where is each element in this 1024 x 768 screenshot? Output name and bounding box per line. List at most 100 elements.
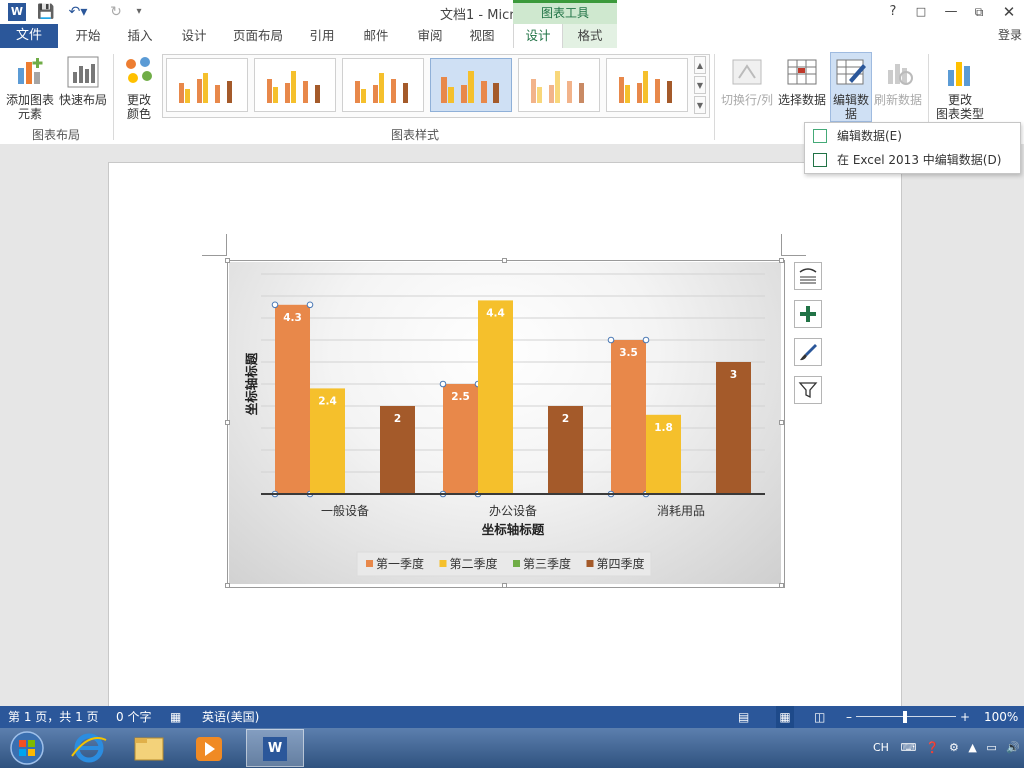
ribbon-display-options-icon[interactable]: □ bbox=[908, 3, 934, 21]
volume-icon[interactable]: 🔊 bbox=[1006, 741, 1020, 754]
switch-row-column-button[interactable]: 切换行/列 bbox=[720, 56, 774, 107]
tab-home[interactable]: 开始 bbox=[66, 24, 110, 48]
edit-in-excel-menu-label: 在 Excel 2013 中编辑数据(D) bbox=[837, 153, 1002, 167]
chart-style-4-selected[interactable] bbox=[430, 58, 512, 112]
close-icon[interactable]: ✕ bbox=[996, 3, 1022, 21]
chart-elements-button[interactable] bbox=[794, 300, 822, 328]
network-icon[interactable]: ▭ bbox=[986, 741, 996, 754]
chart-style-5[interactable] bbox=[518, 58, 600, 112]
tab-insert[interactable]: 插入 bbox=[118, 24, 162, 48]
quick-layout-icon bbox=[67, 56, 99, 88]
word-taskbar-button[interactable]: W bbox=[246, 729, 304, 767]
quick-layout-button[interactable]: 快速布局 bbox=[58, 56, 108, 107]
page-count-status[interactable]: 第 1 页，共 1 页 bbox=[8, 706, 99, 728]
add-chart-element-button[interactable]: 添加图表 元素 bbox=[4, 56, 56, 121]
internet-explorer-icon[interactable] bbox=[62, 730, 116, 766]
chart-style-preview bbox=[619, 71, 672, 103]
layout-options-button[interactable] bbox=[794, 262, 822, 290]
change-colors-button[interactable]: 更改 颜色 bbox=[118, 56, 160, 121]
add-chart-element-label: 添加图表 元素 bbox=[5, 93, 54, 121]
sign-in-link[interactable]: 登录 bbox=[998, 24, 1022, 46]
tab-mailings[interactable]: 邮件 bbox=[354, 24, 398, 48]
chart-style-preview bbox=[441, 71, 499, 103]
change-chart-type-button[interactable]: 更改 图表类型 bbox=[932, 56, 988, 121]
ime-indicator[interactable]: CH bbox=[873, 741, 889, 754]
chart-style-preview bbox=[355, 73, 408, 103]
read-mode-icon[interactable]: ▤ bbox=[738, 706, 749, 728]
media-player-icon[interactable] bbox=[182, 730, 236, 766]
zoom-slider-thumb[interactable] bbox=[903, 711, 907, 723]
word-icon: W bbox=[263, 737, 287, 761]
proofing-icon[interactable]: ▦ bbox=[170, 706, 181, 728]
selection-handle bbox=[306, 301, 314, 309]
tab-review[interactable]: 审阅 bbox=[408, 24, 452, 48]
print-layout-icon[interactable]: ▦ bbox=[776, 706, 794, 728]
language-status[interactable]: 英语(美国) bbox=[202, 706, 259, 728]
restore-icon[interactable]: ⧉ bbox=[966, 3, 992, 21]
legend-swatch bbox=[513, 560, 520, 567]
minimize-icon[interactable]: — bbox=[938, 3, 964, 21]
tab-chart-format[interactable]: 格式 bbox=[563, 24, 617, 48]
data-label: 3 bbox=[730, 369, 737, 381]
gallery-more[interactable]: ▼ bbox=[694, 96, 706, 114]
refresh-data-icon bbox=[888, 64, 913, 85]
tab-view[interactable]: 视图 bbox=[460, 24, 504, 48]
tab-file[interactable]: 文件 bbox=[0, 24, 58, 48]
tab-references[interactable]: 引用 bbox=[300, 24, 344, 48]
word-count-status[interactable]: 0 个字 bbox=[116, 706, 151, 728]
add-chart-element-icon bbox=[18, 58, 43, 84]
window-title: 文档1 - Microsoft Word bbox=[440, 8, 584, 23]
zoom-out-icon[interactable]: – bbox=[846, 706, 852, 728]
plus-icon bbox=[800, 306, 816, 322]
zoom-in-icon[interactable]: + bbox=[960, 706, 970, 728]
chart-style-6[interactable] bbox=[606, 58, 688, 112]
zoom-level[interactable]: 100% bbox=[984, 706, 1018, 728]
chart-style-preview bbox=[267, 71, 320, 103]
edit-data-button[interactable]: 编辑数 据 bbox=[830, 56, 872, 121]
tab-design[interactable]: 设计 bbox=[172, 24, 216, 48]
data-label: 4.3 bbox=[283, 312, 302, 324]
edit-data-icon bbox=[836, 59, 866, 85]
edit-in-excel-menu-item[interactable]: 在 Excel 2013 中编辑数据(D) bbox=[809, 149, 1015, 171]
data-label: 2 bbox=[562, 413, 569, 425]
edit-data-menu-item[interactable]: 编辑数据(E) bbox=[809, 125, 1015, 147]
edit-data-dropdown: 编辑数据(E) 在 Excel 2013 中编辑数据(D) bbox=[804, 122, 1021, 174]
crop-mark bbox=[226, 234, 227, 256]
tab-page-layout[interactable]: 页面布局 bbox=[226, 24, 290, 48]
table-edit-icon bbox=[813, 129, 827, 143]
crop-mark bbox=[781, 234, 782, 256]
chart-filters-button[interactable] bbox=[794, 376, 822, 404]
change-colors-label: 更改 颜色 bbox=[126, 93, 151, 121]
web-layout-icon[interactable]: ◫ bbox=[814, 706, 825, 728]
bar-4-3 bbox=[716, 362, 751, 494]
y-axis-title: 坐标轴标题 bbox=[244, 352, 259, 415]
help-button[interactable]: ? bbox=[880, 3, 906, 21]
selection-handle bbox=[439, 380, 447, 388]
selection-handle bbox=[642, 336, 650, 344]
chart-style-1[interactable] bbox=[166, 58, 248, 112]
legend-item: 第四季度 bbox=[597, 556, 645, 571]
select-data-button[interactable]: 选择数据 bbox=[776, 56, 828, 107]
start-button-icon[interactable] bbox=[8, 730, 46, 766]
file-explorer-icon[interactable] bbox=[122, 730, 176, 766]
keyboard-icon[interactable]: ⌨ bbox=[900, 741, 916, 754]
x-tick-label: 一般设备 bbox=[321, 503, 369, 518]
refresh-data-label: 刷新数据 bbox=[873, 93, 922, 107]
ribbon-tabs: 文件 开始 插入 设计 页面布局 引用 邮件 审阅 视图 设计 格式 登录 bbox=[0, 24, 1024, 49]
data-label: 1.8 bbox=[654, 422, 673, 434]
chart-style-3[interactable] bbox=[342, 58, 424, 112]
tab-chart-design[interactable]: 设计 bbox=[513, 24, 563, 49]
status-bar: 第 1 页，共 1 页 0 个字 ▦ 英语(美国) ▤ ▦ ◫ – + 100% bbox=[0, 706, 1024, 728]
crop-mark bbox=[202, 255, 226, 256]
gallery-scroll-up[interactable]: ▲ bbox=[694, 56, 706, 74]
help-icon[interactable]: ❓ bbox=[926, 741, 940, 754]
refresh-data-button[interactable]: 刷新数据 bbox=[872, 56, 924, 107]
settings-icon[interactable]: ⚙ bbox=[949, 741, 959, 754]
gallery-scroll-down[interactable]: ▼ bbox=[694, 76, 706, 94]
select-data-icon bbox=[787, 59, 817, 85]
selection-handle bbox=[271, 301, 279, 309]
bar-1-1 bbox=[275, 304, 310, 494]
chart-style-2[interactable] bbox=[254, 58, 336, 112]
chart-styles-button[interactable] bbox=[794, 338, 822, 366]
show-hidden-icons-icon[interactable]: ▲ bbox=[968, 741, 976, 754]
